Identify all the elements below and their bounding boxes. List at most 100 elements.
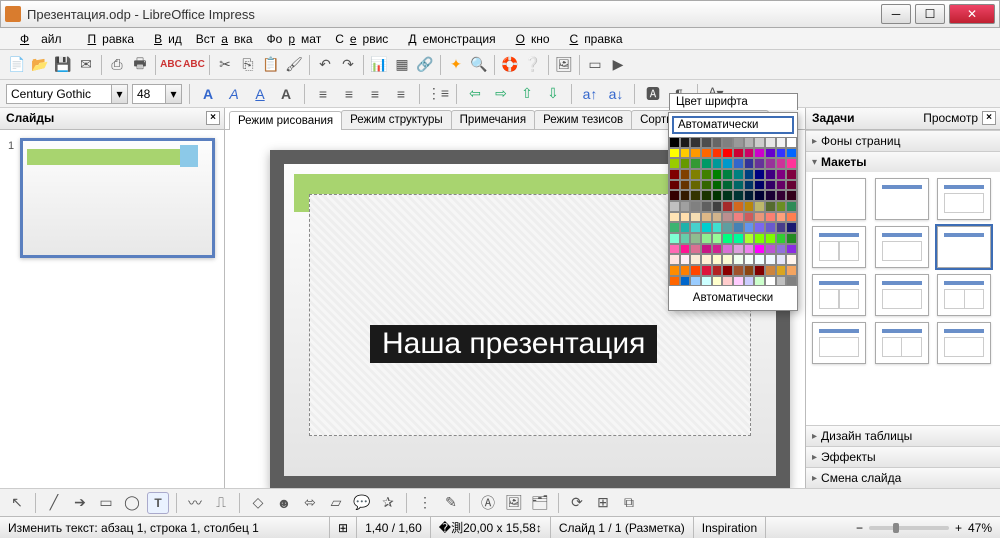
section-effects[interactable]: Эффекты [806, 446, 1000, 467]
moveup-icon[interactable]: ⇧ [516, 83, 538, 105]
color-swatch[interactable] [722, 137, 733, 148]
color-swatch[interactable] [754, 201, 765, 212]
connector-icon[interactable]: ⎍ [210, 492, 232, 514]
color-swatch[interactable] [690, 137, 701, 148]
zoom-control[interactable]: − + 47% [848, 521, 1000, 535]
color-swatch[interactable] [744, 254, 755, 265]
color-swatch[interactable] [754, 265, 765, 276]
color-swatch[interactable] [776, 158, 787, 169]
shadow-icon[interactable]: A [275, 83, 297, 105]
demote-icon[interactable]: ⇨ [490, 83, 512, 105]
section-tabledesign[interactable]: Дизайн таблицы [806, 425, 1000, 446]
color-swatch[interactable] [786, 212, 797, 223]
color-swatch[interactable] [733, 158, 744, 169]
close-panel-icon[interactable]: × [206, 111, 220, 125]
color-swatch[interactable] [701, 276, 712, 287]
layout-item[interactable] [812, 178, 866, 220]
whatsthis-icon[interactable]: ❔ [522, 54, 544, 76]
menu-file[interactable]: Файл [8, 30, 74, 48]
color-swatch[interactable] [765, 180, 776, 191]
color-swatch[interactable] [765, 212, 776, 223]
color-swatch[interactable] [733, 201, 744, 212]
font-name-combo[interactable]: Century Gothic▾ [6, 84, 128, 104]
color-swatch[interactable] [712, 222, 723, 233]
color-swatch[interactable] [680, 265, 691, 276]
color-swatch[interactable] [754, 190, 765, 201]
align-center-icon[interactable]: ≡ [338, 83, 360, 105]
color-swatch[interactable] [722, 148, 733, 159]
color-swatch[interactable] [744, 265, 755, 276]
layout-item[interactable] [937, 322, 991, 364]
view-menu-label[interactable]: Просмотр [923, 111, 978, 125]
color-swatch[interactable] [776, 254, 787, 265]
color-swatch[interactable] [722, 233, 733, 244]
color-swatch[interactable] [712, 254, 723, 265]
basicshapes-icon[interactable]: ◇ [247, 492, 269, 514]
color-swatch[interactable] [754, 137, 765, 148]
color-swatch[interactable] [786, 180, 797, 191]
color-swatch[interactable] [765, 201, 776, 212]
color-swatch[interactable] [680, 201, 691, 212]
color-swatch[interactable] [722, 190, 733, 201]
color-swatch[interactable] [744, 190, 755, 201]
select-icon[interactable]: ↖ [6, 492, 28, 514]
color-swatch[interactable] [744, 244, 755, 255]
layout-item[interactable] [875, 178, 929, 220]
color-swatch[interactable] [754, 180, 765, 191]
color-swatch[interactable] [776, 201, 787, 212]
print-icon[interactable]: 🖶 [129, 54, 151, 76]
color-swatch[interactable] [701, 265, 712, 276]
color-swatch[interactable] [701, 233, 712, 244]
callouts-icon[interactable]: 💬 [351, 492, 373, 514]
flowchart-icon[interactable]: ▱ [325, 492, 347, 514]
color-swatch[interactable] [786, 148, 797, 159]
color-swatch[interactable] [680, 148, 691, 159]
color-swatch[interactable] [669, 148, 680, 159]
color-swatch[interactable] [733, 222, 744, 233]
color-swatch[interactable] [744, 180, 755, 191]
color-swatch[interactable] [786, 190, 797, 201]
color-swatch[interactable] [744, 276, 755, 287]
slideshow-icon[interactable]: ▶ [607, 54, 629, 76]
color-swatch[interactable] [669, 244, 680, 255]
color-swatch[interactable] [712, 212, 723, 223]
color-swatch[interactable] [786, 158, 797, 169]
bold-icon[interactable]: A [197, 83, 219, 105]
color-swatch[interactable] [754, 158, 765, 169]
color-swatch[interactable] [680, 276, 691, 287]
color-swatch[interactable] [690, 222, 701, 233]
align-justify-icon[interactable]: ≡ [390, 83, 412, 105]
color-swatch[interactable] [776, 276, 787, 287]
email-icon[interactable]: ✉ [75, 54, 97, 76]
color-swatch[interactable] [786, 169, 797, 180]
movedown-icon[interactable]: ⇩ [542, 83, 564, 105]
color-swatch[interactable] [776, 137, 787, 148]
color-swatch[interactable] [733, 254, 744, 265]
minimize-button[interactable]: ─ [881, 4, 911, 24]
color-swatch[interactable] [786, 137, 797, 148]
color-swatch[interactable] [754, 212, 765, 223]
color-swatch[interactable] [776, 233, 787, 244]
color-swatch[interactable] [669, 158, 680, 169]
menu-format[interactable]: Формат [261, 30, 328, 48]
hyperlink-icon[interactable]: 🔗 [414, 54, 436, 76]
color-swatch[interactable] [712, 137, 723, 148]
color-swatch[interactable] [786, 254, 797, 265]
line-icon[interactable]: ╱ [43, 492, 65, 514]
color-swatch[interactable] [722, 169, 733, 180]
color-swatch[interactable] [765, 254, 776, 265]
zoom-slider[interactable] [869, 526, 949, 530]
color-swatch[interactable] [765, 276, 776, 287]
char-dialog-icon[interactable]: 🅰 [642, 83, 664, 105]
color-swatch[interactable] [754, 244, 765, 255]
color-swatch[interactable] [722, 158, 733, 169]
color-swatch[interactable] [786, 265, 797, 276]
color-swatch[interactable] [744, 201, 755, 212]
color-swatch[interactable] [786, 222, 797, 233]
zoom-icon[interactable]: 🔍 [468, 54, 490, 76]
color-swatch[interactable] [701, 169, 712, 180]
menu-help[interactable]: Справка [558, 30, 629, 48]
color-swatch[interactable] [701, 137, 712, 148]
color-swatch[interactable] [680, 180, 691, 191]
color-swatch[interactable] [712, 190, 723, 201]
